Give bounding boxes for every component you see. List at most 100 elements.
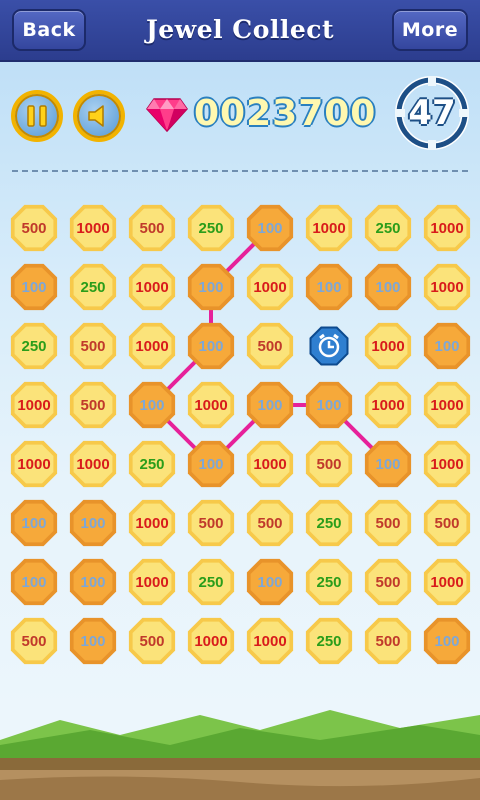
- jewel-tile[interactable]: 100: [362, 438, 414, 490]
- jewel-tile[interactable]: 100: [67, 615, 119, 667]
- tile-value: 250: [375, 219, 401, 237]
- tile-value: 100: [375, 278, 401, 296]
- tile-value: 1000: [253, 278, 287, 296]
- tile-value: 250: [21, 337, 47, 355]
- jewel-tile[interactable]: 1000: [185, 615, 237, 667]
- jewel-tile[interactable]: 1000: [362, 379, 414, 431]
- jewel-tile[interactable]: 500: [126, 202, 178, 254]
- jewel-tile[interactable]: 1000: [244, 615, 296, 667]
- jewel-tile[interactable]: 500: [8, 202, 60, 254]
- jewel-tile[interactable]: 100: [362, 261, 414, 313]
- tile-value: 500: [80, 396, 106, 414]
- jewel-tile[interactable]: 100: [8, 261, 60, 313]
- jewel-tile[interactable]: 500: [67, 320, 119, 372]
- tile-value: 1000: [135, 573, 169, 591]
- tile-value: 1000: [430, 396, 464, 414]
- jewel-tile[interactable]: 500: [126, 615, 178, 667]
- tile-value: 100: [434, 632, 460, 650]
- jewel-tile[interactable]: 1000: [244, 261, 296, 313]
- tile-value: 500: [257, 514, 283, 532]
- jewel-tile[interactable]: 250: [67, 261, 119, 313]
- jewel-tile[interactable]: 500: [244, 497, 296, 549]
- jewel-tile[interactable]: 1000: [185, 379, 237, 431]
- tile-value: 250: [316, 573, 342, 591]
- pause-button[interactable]: [11, 90, 63, 142]
- jewel-tile[interactable]: 1000: [8, 438, 60, 490]
- more-button[interactable]: More: [392, 9, 468, 51]
- tile-value: 250: [316, 514, 342, 532]
- jewel-tile[interactable]: 250: [126, 438, 178, 490]
- jewel-tile[interactable]: 250: [303, 497, 355, 549]
- tile-value: 250: [316, 632, 342, 650]
- tile-value: 100: [316, 278, 342, 296]
- tile-value: 100: [80, 514, 106, 532]
- tile-value: 250: [198, 573, 224, 591]
- jewel-tile[interactable]: 100: [244, 556, 296, 608]
- jewel-tile[interactable]: 250: [185, 556, 237, 608]
- sound-button[interactable]: [73, 90, 125, 142]
- jewel-tile[interactable]: 100: [244, 202, 296, 254]
- jewel-tile[interactable]: 500: [421, 497, 473, 549]
- jewel-tile[interactable]: 1000: [421, 261, 473, 313]
- tile-value: 100: [80, 632, 106, 650]
- tile-value: 1000: [135, 514, 169, 532]
- tile-value: 1000: [17, 455, 51, 473]
- jewel-tile[interactable]: 100: [185, 261, 237, 313]
- jewel-tile[interactable]: 500: [303, 438, 355, 490]
- jewel-tile[interactable]: 100: [67, 497, 119, 549]
- jewel-tile[interactable]: 1000: [126, 261, 178, 313]
- jewel-tile[interactable]: 100: [185, 438, 237, 490]
- score-counter: 0023700: [194, 93, 377, 134]
- jewel-tile[interactable]: 1000: [421, 438, 473, 490]
- tile-value: 1000: [76, 455, 110, 473]
- jewel-tile[interactable]: 500: [185, 497, 237, 549]
- clock-tile[interactable]: [303, 320, 355, 372]
- jewel-tile[interactable]: 1000: [421, 379, 473, 431]
- tile-value: 250: [139, 455, 165, 473]
- jewel-tile[interactable]: 1000: [126, 320, 178, 372]
- tile-value: 1000: [371, 396, 405, 414]
- jewel-tile[interactable]: 250: [8, 320, 60, 372]
- alarm-clock-icon: [309, 326, 349, 366]
- jewel-tile[interactable]: 1000: [303, 202, 355, 254]
- jewel-tile[interactable]: 1000: [421, 556, 473, 608]
- jewel-tile[interactable]: 100: [8, 497, 60, 549]
- tile-value: 100: [139, 396, 165, 414]
- jewel-tile[interactable]: 1000: [244, 438, 296, 490]
- tile-value: 100: [257, 573, 283, 591]
- jewel-tile[interactable]: 100: [421, 320, 473, 372]
- jewel-tile[interactable]: 100: [8, 556, 60, 608]
- jewel-tile[interactable]: 100: [67, 556, 119, 608]
- jewel-tile[interactable]: 100: [421, 615, 473, 667]
- tile-value: 1000: [17, 396, 51, 414]
- tile-value: 1000: [430, 219, 464, 237]
- jewel-tile[interactable]: 500: [362, 497, 414, 549]
- tile-value: 100: [21, 573, 47, 591]
- jewel-tile[interactable]: 1000: [67, 438, 119, 490]
- jewel-tile[interactable]: 250: [303, 615, 355, 667]
- tile-value: 1000: [430, 455, 464, 473]
- jewel-tile[interactable]: 100: [185, 320, 237, 372]
- jewel-tile[interactable]: 100: [244, 379, 296, 431]
- jewel-tile[interactable]: 1000: [126, 497, 178, 549]
- jewel-tile[interactable]: 250: [362, 202, 414, 254]
- tile-value: 100: [257, 219, 283, 237]
- jewel-tile[interactable]: 500: [67, 379, 119, 431]
- jewel-tile[interactable]: 1000: [126, 556, 178, 608]
- jewel-tile[interactable]: 500: [362, 556, 414, 608]
- jewel-tile[interactable]: 100: [303, 261, 355, 313]
- jewel-tile[interactable]: 500: [362, 615, 414, 667]
- jewel-tile[interactable]: 250: [185, 202, 237, 254]
- jewel-tile[interactable]: 1000: [362, 320, 414, 372]
- jewel-tile[interactable]: 500: [244, 320, 296, 372]
- jewel-tile[interactable]: 100: [126, 379, 178, 431]
- jewel-tile[interactable]: 100: [303, 379, 355, 431]
- game-title: Jewel Collect: [145, 15, 335, 44]
- jewel-tile[interactable]: 250: [303, 556, 355, 608]
- back-button[interactable]: Back: [12, 9, 86, 51]
- jewel-tile[interactable]: 500: [8, 615, 60, 667]
- jewel-tile[interactable]: 1000: [67, 202, 119, 254]
- jewel-tile[interactable]: 1000: [421, 202, 473, 254]
- jewel-tile[interactable]: 1000: [8, 379, 60, 431]
- pause-icon: [27, 105, 47, 127]
